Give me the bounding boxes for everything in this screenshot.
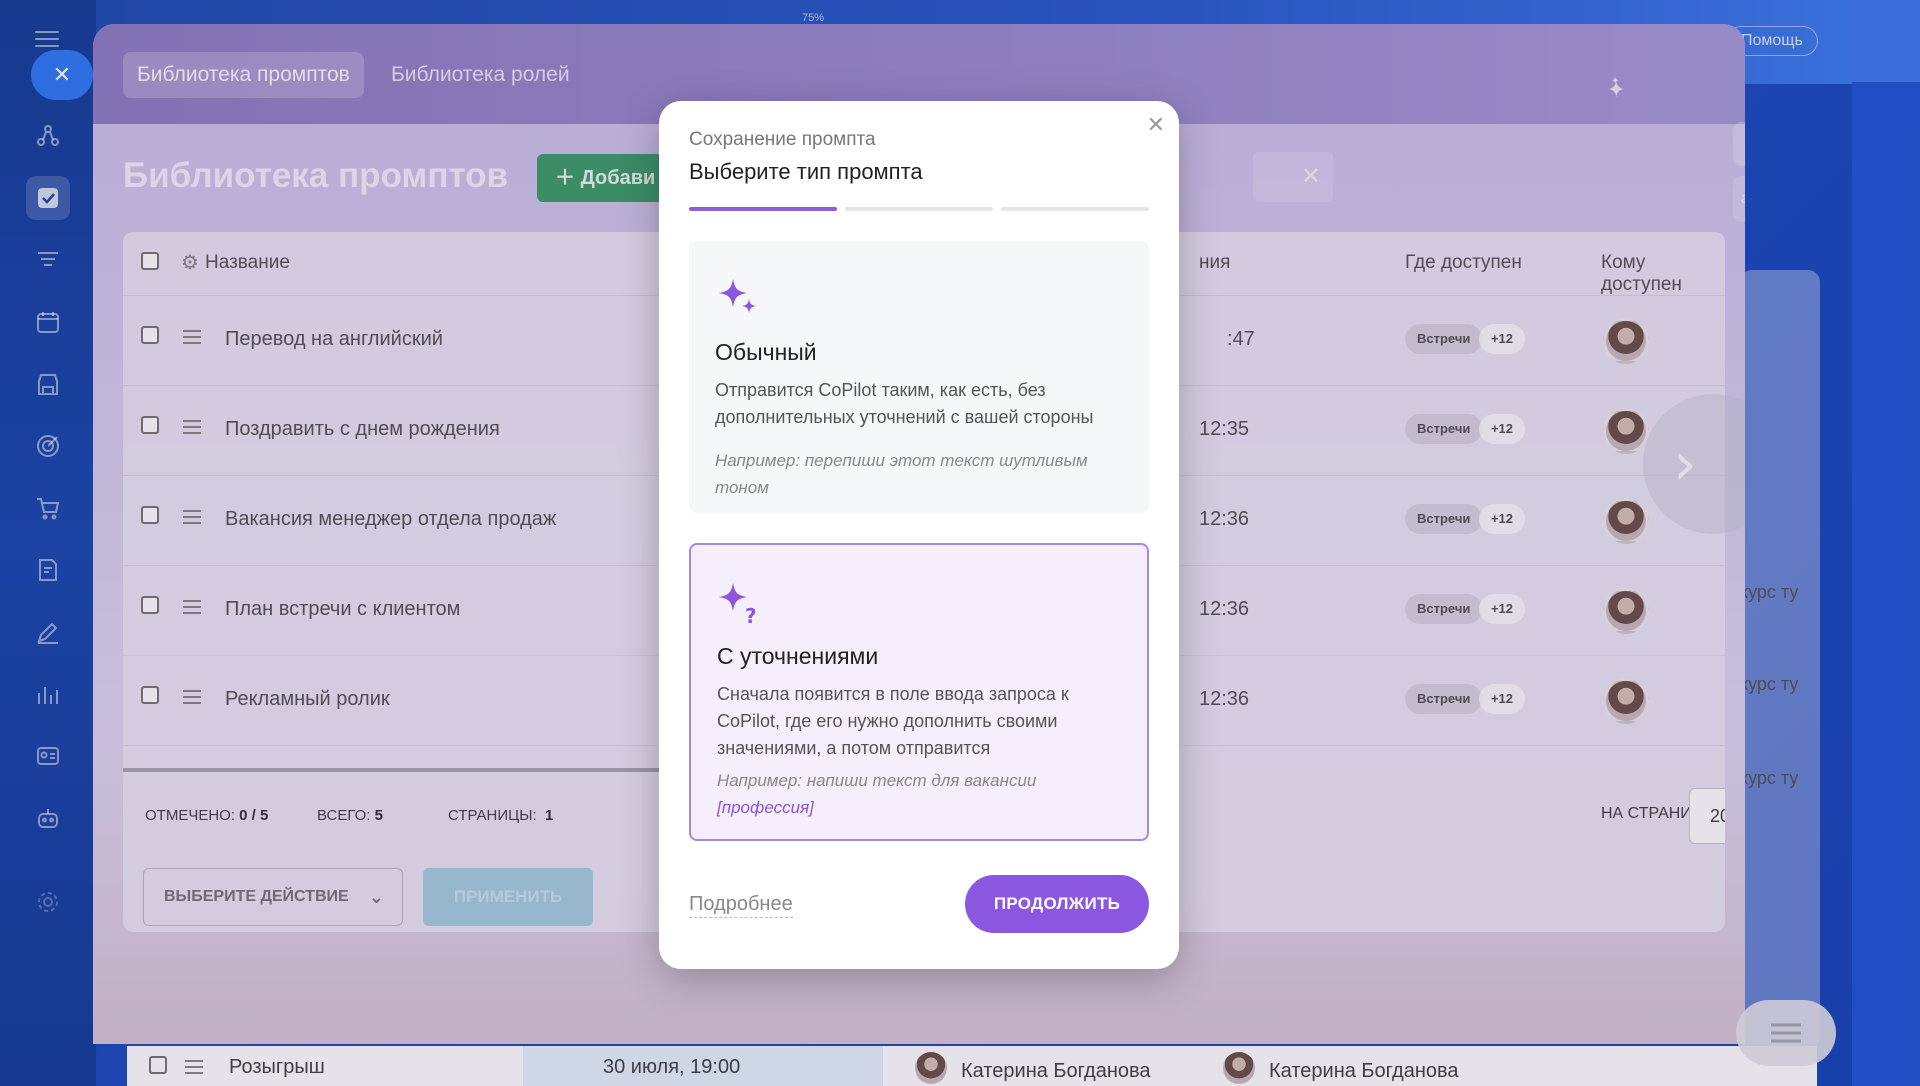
- option-plain[interactable]: Обычный Отправится CoPilot таким, как ес…: [689, 241, 1149, 513]
- sparkles-question-icon: ?: [719, 583, 757, 627]
- option-description: Отправится CoPilot таким, как есть, без …: [715, 380, 1094, 427]
- modal-subtitle: Сохранение промпта: [689, 129, 876, 150]
- step-indicator: [689, 207, 837, 211]
- step-progress: [689, 207, 1149, 211]
- option-with-clarifications[interactable]: ? С уточнениями Сначала появится в поле …: [689, 543, 1149, 841]
- option-title: С уточнениями: [717, 643, 879, 669]
- more-info-link[interactable]: Подробнее: [689, 893, 793, 918]
- prompt-type-modal: ✕ Сохранение промпта Выберите тип промпт…: [659, 101, 1179, 969]
- close-icon[interactable]: ✕: [1147, 113, 1165, 138]
- option-example: Например: перепиши этот текст шутливым т…: [715, 451, 1088, 497]
- step-indicator: [1001, 207, 1149, 211]
- option-example-text: Например: напиши текст для вакансии: [717, 771, 1037, 790]
- modal-title: Выберите тип промпта: [689, 159, 923, 184]
- svg-text:?: ?: [745, 604, 757, 627]
- option-example-placeholder: [профессия]: [717, 798, 814, 817]
- option-description: Сначала появится в поле ввода запроса к …: [717, 684, 1069, 758]
- option-example: Например: напиши текст для вакансии [про…: [717, 767, 1127, 821]
- sparkles-icon: [719, 279, 756, 313]
- option-title: Обычный: [715, 339, 817, 365]
- step-indicator: [845, 207, 993, 211]
- continue-button[interactable]: ПРОДОЛЖИТЬ: [965, 875, 1149, 933]
